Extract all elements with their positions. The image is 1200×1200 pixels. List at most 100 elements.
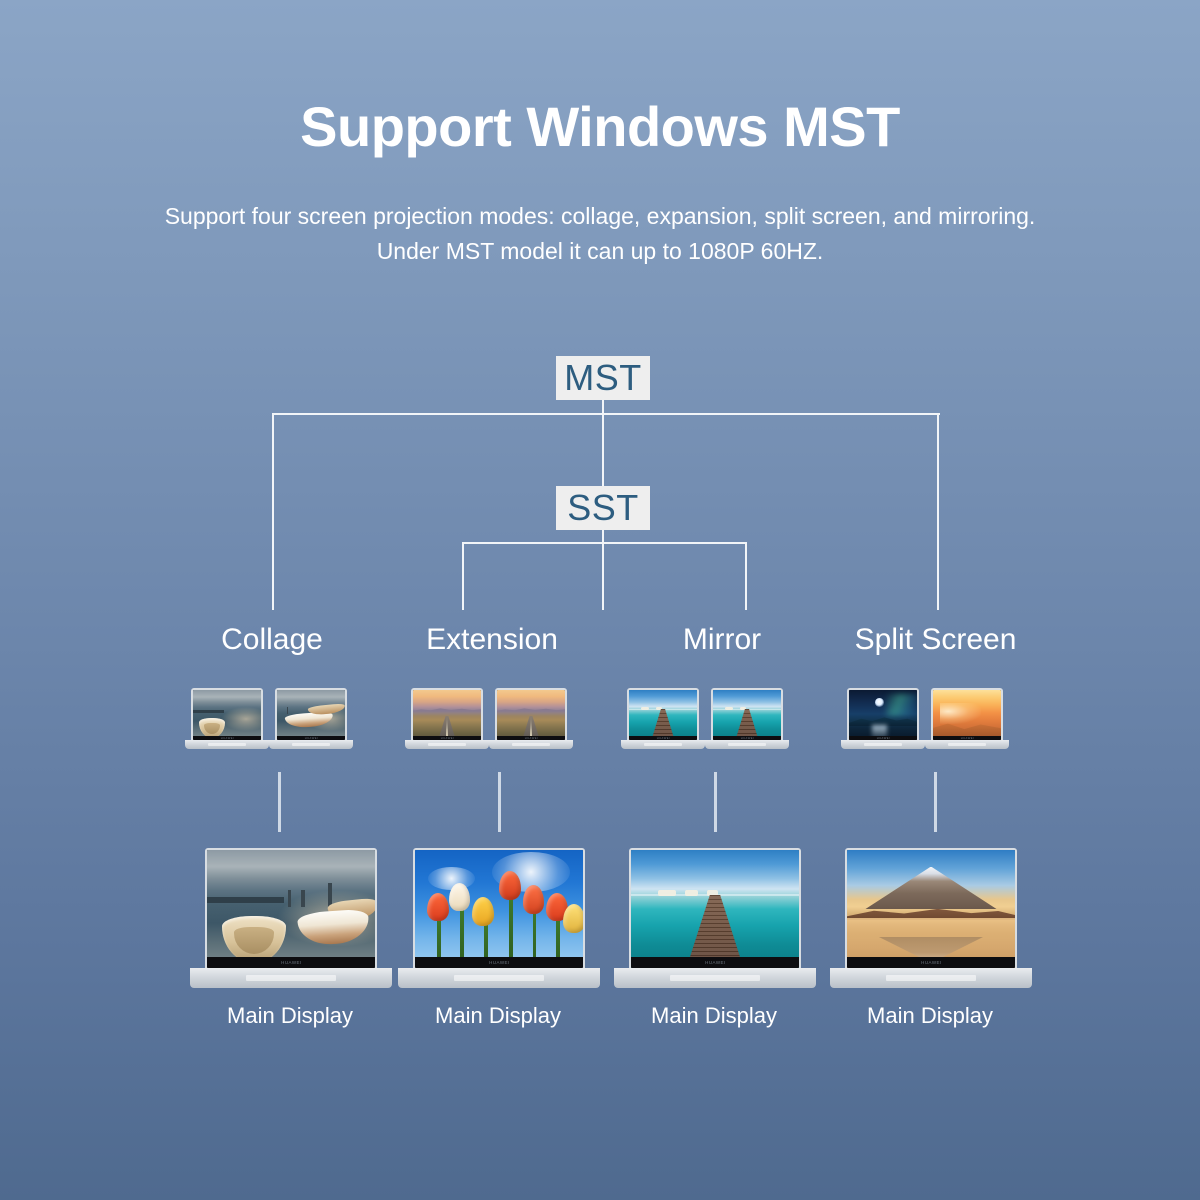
connector-sst-to-mirror xyxy=(745,542,747,610)
art-post xyxy=(287,890,292,907)
laptop-base xyxy=(488,740,574,749)
laptop-chin: HUAWEI xyxy=(847,957,1015,968)
art-island xyxy=(657,890,677,896)
wallpaper-harbor-right-half xyxy=(277,690,345,740)
main-display-caption-collage: Main Display xyxy=(227,1003,353,1028)
laptop-base xyxy=(404,740,490,749)
connector-sst-to-extension xyxy=(462,542,464,610)
laptop-base xyxy=(184,740,270,749)
art-aurora-band xyxy=(886,694,917,716)
brand-mark: HUAWEI xyxy=(280,959,302,966)
wallpaper-orange-sunset-dunes xyxy=(933,690,1001,740)
connector-sst-down xyxy=(602,530,604,542)
main-display-laptop-extension: HUAWEI xyxy=(397,848,601,988)
art-tulip-bloom xyxy=(472,897,494,926)
wallpaper-wooden-pier-ocean xyxy=(629,690,697,740)
connector-mst-to-sst xyxy=(602,413,604,487)
laptop-chin: HUAWEI xyxy=(207,957,375,968)
laptop-lid: HUAWEI xyxy=(275,688,347,740)
laptop-lid: HUAWEI xyxy=(495,688,567,740)
connector-splitscreen-to-main xyxy=(934,772,937,832)
art-dock xyxy=(207,897,285,904)
laptop-base xyxy=(620,740,706,749)
connector-mst-bus xyxy=(272,413,940,415)
laptop-screen: HUAWEI xyxy=(631,850,799,968)
laptop-base xyxy=(704,740,790,749)
laptop-screen: HUAWEI xyxy=(193,690,261,740)
wallpaper-desert-road-sunset xyxy=(497,690,565,740)
laptop-base xyxy=(840,740,926,749)
laptop-screen: HUAWEI xyxy=(277,690,345,740)
art-ridge xyxy=(497,708,565,713)
art-island xyxy=(684,890,699,896)
secondary-laptop-splitscreen-left: HUAWEI xyxy=(840,688,926,749)
wallpaper-harbor-left-half xyxy=(193,690,261,740)
laptop-base xyxy=(189,968,393,988)
art-sun-glow xyxy=(939,703,981,724)
brand-mark: HUAWEI xyxy=(524,735,538,740)
brand-mark: HUAWEI xyxy=(740,735,754,740)
art-post xyxy=(286,707,288,714)
node-sst: SST xyxy=(556,486,650,530)
main-display-caption-extension: Main Display xyxy=(435,1003,561,1028)
laptop-screen: HUAWEI xyxy=(847,850,1015,968)
main-display-laptop-splitscreen: HUAWEI xyxy=(829,848,1033,988)
connector-mst-to-splitscreen xyxy=(937,413,939,610)
brand-mark: HUAWEI xyxy=(876,735,890,740)
art-moon xyxy=(874,698,884,707)
laptop-chin: HUAWEI xyxy=(631,957,799,968)
main-display-laptop-mirror: HUAWEI xyxy=(613,848,817,988)
laptop-base xyxy=(613,968,817,988)
mst-topology-diagram: MST SST Collage Extension Mirror Split S… xyxy=(0,0,1200,1200)
art-tulip-bloom xyxy=(426,892,449,921)
art-dock xyxy=(193,710,225,713)
wallpaper-red-tulips-blue-sky xyxy=(415,850,583,968)
art-island xyxy=(725,707,734,710)
connector-sst-center-drop xyxy=(602,542,604,610)
laptop-lid: HUAWEI xyxy=(711,688,783,740)
wallpaper-night-aurora-moon xyxy=(849,690,917,740)
secondary-laptop-extension-right: HUAWEI xyxy=(488,688,574,749)
brand-mark: HUAWEI xyxy=(960,735,974,740)
laptop-lid: HUAWEI xyxy=(845,848,1017,968)
laptop-lid: HUAWEI xyxy=(931,688,1003,740)
connector-mirror-to-main xyxy=(714,772,717,832)
branch-label-extension: Extension xyxy=(426,623,558,656)
brand-mark: HUAWEI xyxy=(440,735,454,740)
wallpaper-harbor-boats-full xyxy=(207,850,375,968)
art-island xyxy=(641,707,650,710)
art-post xyxy=(301,890,305,907)
main-display-caption-splitscreen: Main Display xyxy=(867,1003,993,1028)
art-tulip-bloom xyxy=(448,883,471,912)
node-mst: MST xyxy=(556,356,650,400)
brand-mark: HUAWEI xyxy=(488,959,510,966)
art-tulip-bloom xyxy=(522,885,545,914)
laptop-screen: HUAWEI xyxy=(629,690,697,740)
laptop-base xyxy=(268,740,354,749)
branch-label-collage: Collage xyxy=(221,623,323,656)
laptop-screen: HUAWEI xyxy=(413,690,481,740)
connector-sst-bus xyxy=(462,542,747,544)
laptop-lid: HUAWEI xyxy=(847,688,919,740)
laptop-lid: HUAWEI xyxy=(413,848,585,968)
main-display-laptop-collage: HUAWEI xyxy=(189,848,393,988)
laptop-screen: HUAWEI xyxy=(497,690,565,740)
brand-mark: HUAWEI xyxy=(704,959,726,966)
secondary-laptop-collage-right: HUAWEI xyxy=(268,688,354,749)
laptop-lid: HUAWEI xyxy=(627,688,699,740)
art-tulip-bloom xyxy=(499,871,521,900)
art-boat xyxy=(284,711,334,729)
brand-mark: HUAWEI xyxy=(656,735,670,740)
laptop-screen: HUAWEI xyxy=(415,850,583,968)
art-tulip-bloom xyxy=(562,904,583,933)
connector-mst-to-collage xyxy=(272,413,274,610)
wallpaper-wooden-pier-ocean xyxy=(713,690,781,740)
art-boat xyxy=(296,908,370,947)
laptop-base xyxy=(924,740,1010,749)
laptop-lid: HUAWEI xyxy=(629,848,801,968)
laptop-screen: HUAWEI xyxy=(933,690,1001,740)
laptop-screen: HUAWEI xyxy=(207,850,375,968)
laptop-base xyxy=(829,968,1033,988)
secondary-laptop-extension-left: HUAWEI xyxy=(404,688,490,749)
laptop-screen: HUAWEI xyxy=(713,690,781,740)
